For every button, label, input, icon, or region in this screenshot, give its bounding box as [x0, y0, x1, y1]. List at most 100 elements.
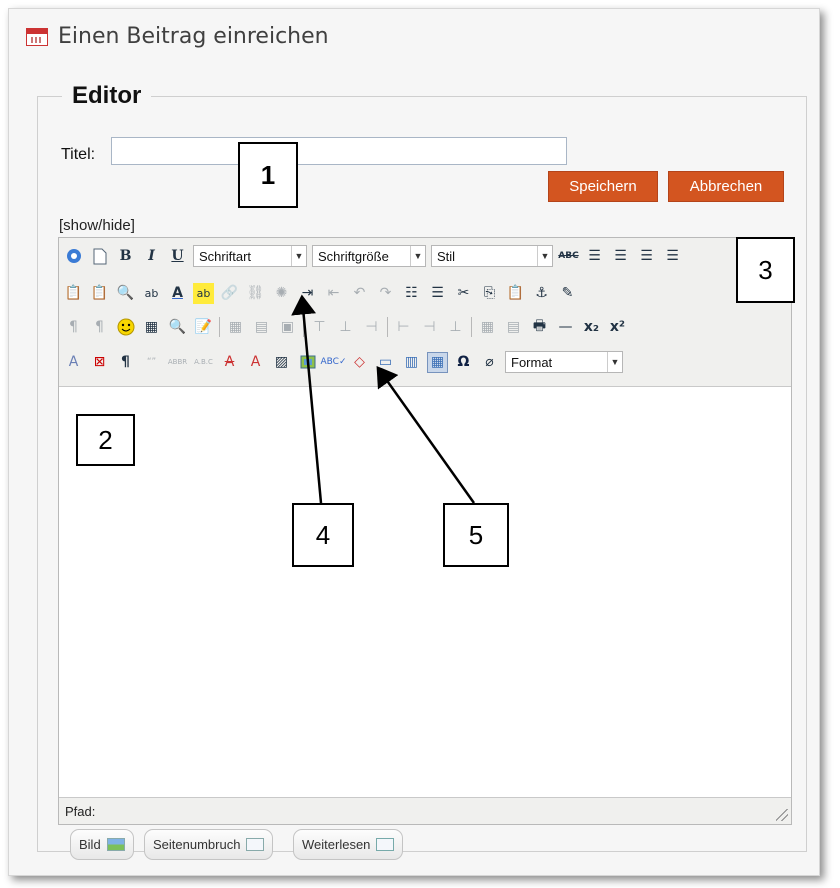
acronym-icon[interactable]: A.B.C	[193, 352, 214, 373]
readmore-button[interactable]: Weiterlesen	[293, 829, 404, 860]
page-title: Einen Beitrag einreichen	[58, 24, 329, 49]
bold-icon[interactable]: B	[115, 246, 136, 267]
remove-format-icon[interactable]: ⊠	[89, 352, 110, 373]
columns-icon[interactable]: ▥	[401, 352, 422, 373]
preview-icon[interactable]: 🔍	[167, 317, 188, 338]
visual-chars-icon[interactable]: ¶	[115, 352, 136, 373]
resize-handle-icon[interactable]	[776, 809, 788, 821]
row-props-icon[interactable]: ▤	[251, 317, 272, 338]
image-button[interactable]: Bild	[70, 829, 134, 860]
spellcheck-icon[interactable]: ABC✓	[321, 352, 347, 373]
outdent-icon[interactable]: ⇤	[323, 283, 344, 304]
paste-word-icon[interactable]: 📋	[63, 283, 84, 304]
editor-content-area[interactable]	[59, 387, 791, 797]
strikethrough-icon[interactable]: ABC	[558, 246, 579, 267]
separator	[303, 317, 304, 337]
code-icon[interactable]: ◇	[349, 352, 370, 373]
page-header: Einen Beitrag einreichen	[26, 24, 329, 49]
cut-icon[interactable]: ✂	[453, 283, 474, 304]
pagebreak-icon	[246, 838, 265, 851]
horizontal-rule-icon[interactable]: —	[555, 317, 576, 338]
indent-icon[interactable]: ⇥	[297, 283, 318, 304]
find-icon[interactable]: 🔍	[115, 283, 136, 304]
split-cells-icon[interactable]: ▦	[477, 317, 498, 338]
template-icon[interactable]: ▭	[375, 352, 396, 373]
rtl-icon[interactable]: ¶	[89, 317, 110, 338]
show-hide-toggle[interactable]: [show/hide]	[59, 217, 135, 234]
style-select[interactable]: Stil ▼	[431, 245, 553, 267]
deletion-icon[interactable]: A	[219, 352, 240, 373]
highlight-color-icon[interactable]: ab	[193, 282, 214, 304]
abbr-icon[interactable]: ABBR	[167, 352, 188, 373]
dropdown-arrow-icon: ▼	[410, 246, 425, 266]
titel-input[interactable]	[111, 137, 567, 165]
italic-icon[interactable]: I	[141, 246, 162, 267]
anchor-icon[interactable]: ⚓	[531, 283, 552, 304]
callout-1: 1	[238, 142, 298, 208]
paste-text-icon[interactable]: 📋	[89, 283, 110, 304]
media-icon[interactable]: ▦	[141, 317, 162, 338]
replace-icon[interactable]: ab	[141, 283, 162, 304]
font-size-select[interactable]: Schriftgröße ▼	[312, 245, 426, 267]
merge-cells-icon[interactable]: ▤	[503, 317, 524, 338]
clear-icon[interactable]: ⌀	[479, 352, 500, 373]
align-center-icon[interactable]: ☰	[610, 246, 631, 267]
insertion-icon[interactable]: A	[245, 352, 266, 373]
cell-props-icon[interactable]: ▣	[277, 317, 298, 338]
path-label: Pfad:	[65, 804, 96, 819]
styleprops-icon[interactable]: A	[63, 352, 84, 373]
print-icon[interactable]: 🖶	[529, 317, 550, 338]
align-right-icon[interactable]: ☰	[636, 246, 657, 267]
ltr-icon[interactable]: ¶	[63, 317, 84, 338]
image-icon	[106, 838, 125, 851]
paste-icon[interactable]: 📋	[505, 283, 526, 304]
superscript-icon[interactable]: x²	[607, 317, 628, 338]
pagebreak-button-label: Seitenumbruch	[153, 837, 241, 852]
insert-row-before-icon[interactable]: ⊤	[309, 317, 330, 338]
image-icon[interactable]	[297, 352, 318, 373]
new-document-icon[interactable]	[89, 246, 110, 267]
underline-icon[interactable]: U	[167, 246, 188, 267]
cite-icon[interactable]: “”	[141, 352, 162, 373]
emoticon-icon[interactable]	[115, 317, 136, 338]
subscript-icon[interactable]: x₂	[581, 317, 602, 338]
visual-aid-icon[interactable]: ▦	[427, 351, 448, 373]
dropdown-arrow-icon: ▼	[607, 352, 622, 372]
unordered-list-icon[interactable]: ☰	[427, 283, 448, 304]
insert-col-after-icon[interactable]: ⊣	[419, 317, 440, 338]
delete-col-icon[interactable]: ⊥	[445, 317, 466, 338]
dropdown-arrow-icon: ▼	[291, 246, 306, 266]
link-icon[interactable]: 🔗	[219, 283, 240, 304]
eraser-icon[interactable]: ✎	[557, 283, 578, 304]
help-icon[interactable]	[63, 246, 84, 267]
undo-icon[interactable]: ↶	[349, 283, 370, 304]
special-char-icon[interactable]: Ω	[453, 352, 474, 373]
align-justify-icon[interactable]: ☰	[662, 246, 683, 267]
insert-col-before-icon[interactable]: ⊢	[393, 317, 414, 338]
redo-icon[interactable]: ↷	[375, 283, 396, 304]
format-select[interactable]: Format ▼	[505, 351, 623, 373]
save-button[interactable]: Speichern	[548, 171, 658, 202]
insert-row-after-icon[interactable]: ⊥	[335, 317, 356, 338]
editor-statusbar: Pfad:	[59, 797, 791, 824]
font-color-icon[interactable]: A	[167, 283, 188, 304]
toolbar-row-1: B I U Schriftart ▼ Schriftgröße ▼ Stil ▼ AB…	[63, 241, 683, 271]
cancel-button[interactable]: Abbrechen	[668, 171, 784, 202]
unlink-icon[interactable]: ⛓	[245, 283, 266, 304]
toolbar-row-4: A ⊠ ¶ “” ABBR A.B.C A A ▨ ABC✓ ◇ ▭ ▥ ▦ Ω…	[63, 347, 623, 377]
dropdown-arrow-icon: ▼	[537, 246, 552, 266]
align-left-icon[interactable]: ☰	[584, 246, 605, 267]
insert-layer-icon[interactable]: ▨	[271, 352, 292, 373]
cleanup-icon[interactable]: ✺	[271, 283, 292, 304]
editor-legend: Editor	[72, 82, 142, 109]
ordered-list-icon[interactable]: ☷	[401, 283, 422, 304]
edit-document-icon[interactable]: 📝	[193, 317, 214, 338]
font-family-select[interactable]: Schriftart ▼	[193, 245, 307, 267]
copy-icon[interactable]: ⎘	[479, 283, 500, 304]
table-icon[interactable]: ▦	[225, 317, 246, 338]
delete-row-icon[interactable]: ⊣	[361, 317, 382, 338]
pagebreak-button[interactable]: Seitenumbruch	[144, 829, 274, 860]
callout-5: 5	[443, 503, 509, 567]
separator	[219, 317, 220, 337]
titel-label: Titel:	[61, 146, 96, 163]
